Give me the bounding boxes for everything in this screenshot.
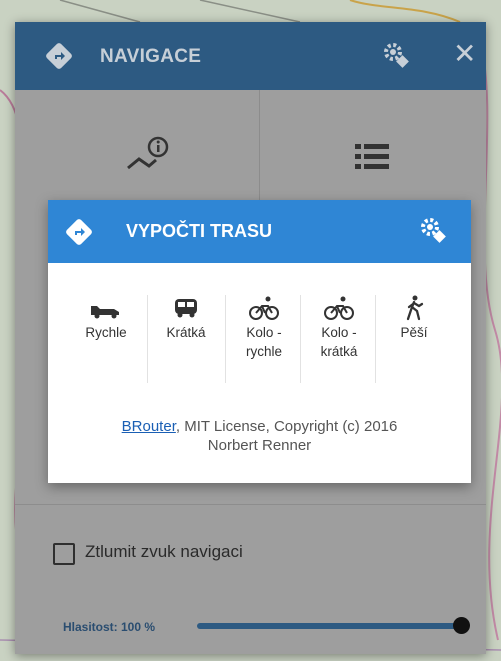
mode-bike-fast[interactable]: Kolo - rychle: [226, 295, 302, 385]
route-calc-title: VYPOČTI TRASU: [126, 221, 273, 241]
walking-icon: [406, 295, 424, 321]
route-calc-dialog: VYPOČTI TRASU Rychle Krátká Kolo - rychl…: [48, 200, 471, 483]
mode-short-bus[interactable]: Krátká: [148, 295, 224, 385]
mode-label: Rychle: [85, 325, 127, 340]
routing-mode-list: Rychle Krátká Kolo - rychle Kolo - krátk…: [68, 295, 452, 385]
navigation-title: NAVIGACE: [100, 46, 202, 67]
brouter-link[interactable]: BRouter: [122, 418, 176, 435]
mode-label: Krátká: [166, 325, 206, 340]
settings-gear-icon[interactable]: [418, 215, 448, 245]
mode-label: Kolo -: [321, 325, 357, 340]
mode-label: rychle: [245, 344, 282, 359]
list-icon: [355, 144, 389, 169]
mode-label: krátká: [320, 344, 358, 359]
mode-label: Kolo -: [246, 325, 282, 340]
bicycle-icon: [324, 296, 354, 320]
directions-icon: [66, 219, 92, 245]
settings-gear-icon[interactable]: [381, 40, 411, 70]
mode-fast-car[interactable]: Rychle: [68, 295, 144, 385]
bus-icon: [175, 299, 197, 318]
license-text: BRouter, MIT License, Copyright (c) 2016…: [48, 417, 471, 455]
license-line-2: Norbert Renner: [207, 437, 312, 454]
route-pin-icon: [127, 136, 169, 170]
license-line-1: , MIT License, Copyright (c) 2016: [175, 418, 398, 435]
navigation-footer: Ztlumit zvuk navigaci Hlasitost: 100 %: [15, 504, 486, 654]
mute-checkbox[interactable]: [53, 543, 75, 565]
volume-slider-thumb[interactable]: [453, 617, 470, 634]
directions-icon: [46, 43, 72, 69]
mode-label: Pěší: [400, 325, 428, 340]
bicycle-icon: [249, 296, 279, 320]
close-icon[interactable]: ✕: [453, 38, 476, 70]
volume-label: Hlasitost: 100 %: [63, 620, 156, 634]
mode-walking[interactable]: Pěší: [376, 295, 452, 385]
mute-label: Ztlumit zvuk navigaci: [85, 542, 243, 561]
route-calc-header: VYPOČTI TRASU: [48, 200, 471, 263]
volume-slider[interactable]: [197, 623, 461, 629]
mode-bike-short[interactable]: Kolo - krátká: [301, 295, 377, 385]
navigation-header: NAVIGACE ✕: [15, 22, 486, 90]
car-icon: [91, 306, 119, 319]
